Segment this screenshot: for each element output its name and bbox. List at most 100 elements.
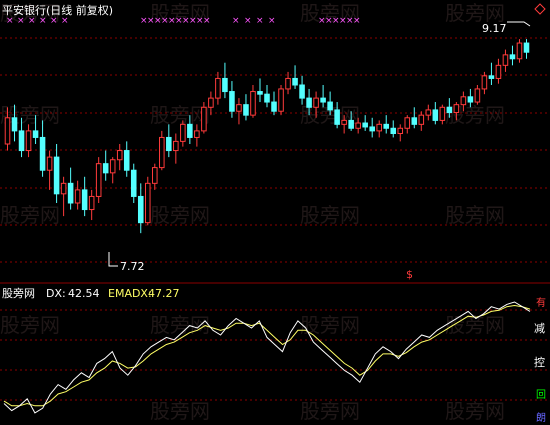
candle-body — [25, 130, 32, 152]
candle-body — [271, 101, 277, 112]
candle-body — [390, 127, 397, 135]
candle-body — [432, 109, 439, 121]
candle-body — [144, 182, 151, 224]
candle-body — [509, 54, 516, 60]
x-marker: × — [203, 16, 211, 26]
candle-body — [11, 117, 18, 132]
emadx-label: EMADX: — [108, 287, 152, 300]
candle-body — [397, 127, 404, 135]
candle-body — [523, 42, 530, 53]
dollar-marker: $ — [406, 268, 413, 281]
x-marker: × — [17, 16, 25, 26]
candle-body — [502, 54, 509, 66]
candle-body — [166, 136, 172, 152]
watermark-text: 股旁网 — [445, 399, 505, 423]
candle-body — [60, 182, 67, 195]
indicator-header: 股旁网 DX: 42.54 EMADX: 47.27 — [2, 286, 180, 300]
candle-body — [46, 156, 53, 171]
x-marker: × — [28, 16, 36, 26]
candle-body — [446, 106, 453, 114]
x-marker: × — [50, 16, 58, 26]
candle-body — [369, 126, 375, 132]
low-price-label: 7.72 — [120, 260, 145, 273]
watermark-text: 股旁网 — [445, 203, 505, 227]
candle-body — [495, 64, 502, 79]
candle-body — [285, 77, 291, 90]
candle-body — [81, 189, 88, 211]
low-annotation: 7.72 — [108, 252, 145, 273]
candle-body — [355, 122, 361, 129]
candle-body — [306, 97, 312, 108]
candle-body — [453, 104, 460, 114]
candle-body — [173, 140, 179, 152]
x-marker: × — [232, 16, 240, 26]
x-marker: × — [244, 16, 252, 26]
candle-body — [474, 88, 481, 103]
candle-body — [264, 93, 270, 103]
candle-body — [222, 77, 228, 93]
candle-body — [278, 88, 284, 112]
candle-body — [102, 163, 109, 174]
candle-body — [39, 136, 46, 171]
candle-body — [334, 109, 340, 125]
candle-body — [299, 84, 305, 99]
watermark-text: 股旁网 — [0, 203, 60, 227]
x-marker: × — [268, 16, 276, 26]
candle-body — [159, 136, 165, 169]
emadx-value: 47.27 — [148, 287, 180, 300]
candle-body — [88, 195, 95, 211]
candle-body — [292, 77, 298, 86]
watermark-text: 股旁网 — [0, 313, 60, 337]
candle-body — [418, 114, 425, 125]
candle-body — [215, 77, 221, 99]
candle-body — [439, 106, 446, 121]
candle-body — [320, 97, 326, 103]
candle-body — [257, 91, 263, 95]
candle-body — [32, 130, 39, 138]
right-label: 减 — [534, 322, 545, 335]
high-price-label: 9.17 — [482, 22, 507, 35]
x-marker: × — [256, 16, 264, 26]
watermark-text: 股旁网 — [150, 203, 210, 227]
indicator-right-labels: 有 减 控 回 朗 — [534, 296, 546, 424]
candle-body — [327, 101, 333, 111]
candle-body — [411, 117, 418, 125]
candle-body — [208, 97, 214, 108]
candle-body — [362, 122, 368, 128]
candle-body — [116, 150, 123, 161]
candle-body — [187, 123, 193, 138]
dx-label: DX: — [46, 287, 66, 300]
candle-body — [74, 189, 81, 204]
candle-body — [67, 182, 74, 204]
candle-body — [376, 123, 382, 132]
watermark-text: 股旁网 — [150, 103, 210, 127]
candle-body — [467, 96, 474, 103]
candle-body — [123, 150, 130, 171]
candle-body — [404, 117, 411, 129]
x-marker: × — [61, 16, 69, 26]
candle-body — [18, 130, 25, 152]
candle-body — [313, 97, 319, 108]
right-label: 控 — [534, 355, 545, 369]
watermark-text: 股旁网 — [300, 203, 360, 227]
diamond-icon[interactable] — [534, 3, 546, 15]
candle-body — [250, 91, 256, 116]
watermark-text: 股旁网 — [300, 399, 360, 423]
dx-value: 42.54 — [68, 287, 100, 300]
x-marker: × — [353, 16, 361, 26]
x-marker: × — [39, 16, 47, 26]
watermark-layer: 股旁网 股旁网 股旁网 股旁网 股旁网 股旁网 股旁网 股旁网 股旁网 股旁网 … — [0, 1, 505, 423]
candle-body — [341, 119, 347, 125]
candle-body — [243, 104, 249, 116]
right-label: 回 — [536, 389, 546, 401]
candle-body — [194, 130, 200, 138]
candle-body — [137, 195, 144, 224]
candle-body — [95, 163, 102, 197]
chart-title: 平安银行(日线 前复权) — [2, 3, 113, 17]
candle-body — [53, 156, 60, 195]
high-annotation: 9.17 — [482, 21, 531, 35]
candle-body — [180, 123, 186, 142]
chart-root: 股旁网 股旁网 股旁网 股旁网 股旁网 股旁网 股旁网 股旁网 股旁网 股旁网 … — [0, 1, 550, 424]
candle-body — [130, 169, 137, 197]
candle-body — [201, 106, 207, 132]
